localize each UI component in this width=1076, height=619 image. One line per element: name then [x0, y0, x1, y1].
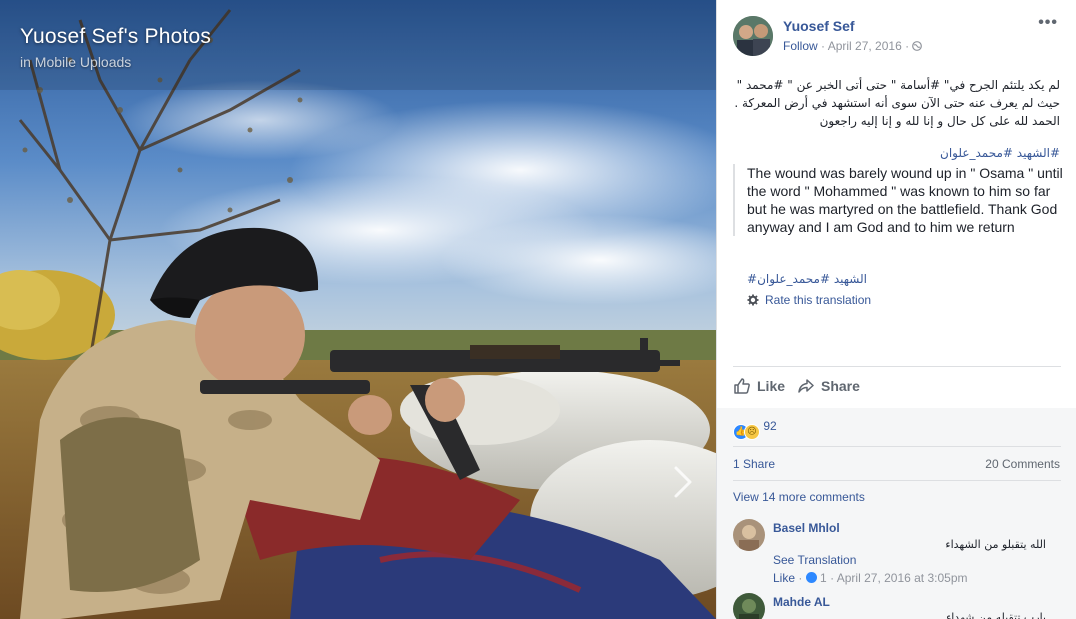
commenter-avatar-image — [733, 519, 765, 551]
like-button[interactable]: Like — [733, 377, 785, 395]
hashtag-link[interactable]: #الشهيد — [1017, 146, 1060, 160]
comment-text: يارب تتقبله من شهداء — [946, 611, 1046, 619]
thumbs-up-icon — [734, 378, 750, 394]
hashtag-link[interactable]: #محمد_علوان — [940, 146, 1013, 160]
translated-text: The wound was barely wound up in " Osama… — [733, 164, 1063, 236]
commenter-name[interactable]: Basel Mhlol — [773, 521, 840, 535]
comments-count-link[interactable]: 20 Comments — [985, 457, 1060, 471]
rate-translation-link[interactable]: Rate this translation — [747, 293, 871, 307]
follow-link[interactable]: Follow — [783, 39, 818, 53]
post-hashtags: #الشهيد #محمد_علوان — [940, 146, 1060, 160]
commenter-name[interactable]: Mahde AL — [773, 595, 830, 609]
like-reaction-icon — [805, 572, 817, 583]
post-text-line: الحمد لله على كل حال و إنا لله و إنا إلي… — [819, 114, 1060, 128]
meta-separator: · — [905, 39, 910, 53]
comment-text: الله يتقبلو من الشهداء — [945, 538, 1046, 551]
commenter-avatar[interactable] — [733, 519, 765, 551]
see-translation-link[interactable]: See Translation — [773, 553, 856, 567]
profile-picture — [733, 16, 773, 56]
post-meta: Follow · April 27, 2016 · — [783, 39, 923, 53]
reactions-summary[interactable]: 👍☹ 92 — [733, 419, 777, 440]
shares-link[interactable]: 1 Share — [733, 457, 775, 471]
photo-viewer[interactable]: Yuosef Sef's Photos in Mobile Uploads — [0, 0, 716, 619]
share-label: Share — [821, 378, 860, 394]
post-text-line: حيث لم يعرف عنه حتى الآن سوى أنه استشهد … — [734, 96, 1060, 110]
avatar[interactable] — [733, 16, 773, 56]
meta-separator: · — [830, 571, 835, 585]
divider — [733, 366, 1061, 367]
reaction-count: 92 — [763, 419, 777, 433]
comment-like-count: 1 — [820, 571, 827, 585]
meta-separator: · — [798, 571, 803, 585]
view-more-comments-link[interactable]: View 14 more comments — [733, 490, 865, 504]
commenter-avatar-image — [733, 593, 765, 619]
album-link[interactable]: in Mobile Uploads — [20, 54, 131, 70]
post-text-line: لم يكد يلتئم الجرح في" #أسامة " حتى أتى … — [736, 78, 1060, 92]
next-photo-button[interactable] — [668, 462, 698, 502]
divider — [733, 446, 1061, 447]
post-details-pane: Yuosef Sef Follow · April 27, 2016 · •••… — [716, 0, 1076, 619]
more-icon[interactable]: ••• — [1038, 14, 1058, 32]
post-author[interactable]: Yuosef Sef — [783, 18, 855, 34]
comment-like-link[interactable]: Like — [773, 571, 795, 585]
post-photo — [0, 0, 716, 619]
comment-meta: Like · 1 · April 27, 2016 at 3:05pm — [773, 571, 968, 585]
chevron-right-icon — [674, 466, 692, 498]
rate-translation-label: Rate this translation — [765, 293, 872, 307]
commenter-avatar[interactable] — [733, 593, 765, 619]
hashtag-link[interactable]: #محمد_علوان — [757, 272, 830, 286]
share-arrow-icon — [798, 379, 814, 393]
like-label: Like — [757, 378, 786, 394]
comment-time[interactable]: April 27, 2016 at 3:05pm — [837, 571, 968, 585]
globe-icon — [912, 41, 923, 51]
meta-separator: · — [821, 39, 826, 53]
sad-reaction-icon: ☹ — [744, 424, 760, 440]
translated-hashtags: #الشهيد #محمد_علوان — [747, 272, 867, 286]
divider — [733, 480, 1061, 481]
photo-title: Yuosef Sef's Photos — [20, 25, 212, 48]
post-date[interactable]: April 27, 2016 — [828, 39, 902, 53]
share-button[interactable]: Share — [797, 377, 860, 395]
gear-icon — [747, 294, 759, 306]
